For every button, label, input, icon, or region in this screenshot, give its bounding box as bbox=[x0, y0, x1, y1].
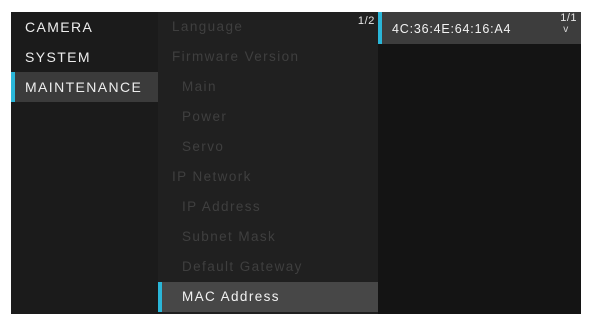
menu-item-system[interactable]: SYSTEM bbox=[11, 42, 158, 72]
value-page-indicator: 1/1 bbox=[560, 12, 577, 24]
submenu-item-mac-address[interactable]: MAC Address bbox=[158, 282, 378, 312]
mac-address-value[interactable]: 4C:36:4E:64:16:A4 1/1 v bbox=[378, 12, 581, 44]
submenu-item-language[interactable]: Language bbox=[158, 12, 378, 42]
submenu-heading-firmware-version: Firmware Version bbox=[172, 49, 300, 64]
submenu-heading-ip-network: IP Network bbox=[172, 169, 252, 184]
chevron-down-icon: v bbox=[563, 24, 569, 35]
mac-address-text: 4C:36:4E:64:16:A4 bbox=[392, 22, 512, 36]
menu-screen: CAMERA SYSTEM MAINTENANCE 1/2 Language F… bbox=[11, 12, 581, 314]
value-panel: 4C:36:4E:64:16:A4 1/1 v bbox=[378, 12, 581, 314]
submenu-item-ip-address[interactable]: IP Address bbox=[158, 192, 378, 222]
submenu-item-default-gateway[interactable]: Default Gateway bbox=[158, 252, 378, 282]
menu-item-camera[interactable]: CAMERA bbox=[11, 12, 158, 42]
submenu: 1/2 Language Firmware Version Main Power… bbox=[158, 12, 378, 314]
category-menu: CAMERA SYSTEM MAINTENANCE bbox=[11, 12, 158, 314]
submenu-item-servo[interactable]: Servo bbox=[158, 132, 378, 162]
menu-item-maintenance[interactable]: MAINTENANCE bbox=[11, 72, 158, 102]
submenu-item-subnet-mask[interactable]: Subnet Mask bbox=[158, 222, 378, 252]
submenu-item-power[interactable]: Power bbox=[158, 102, 378, 132]
submenu-item-main[interactable]: Main bbox=[158, 72, 378, 102]
